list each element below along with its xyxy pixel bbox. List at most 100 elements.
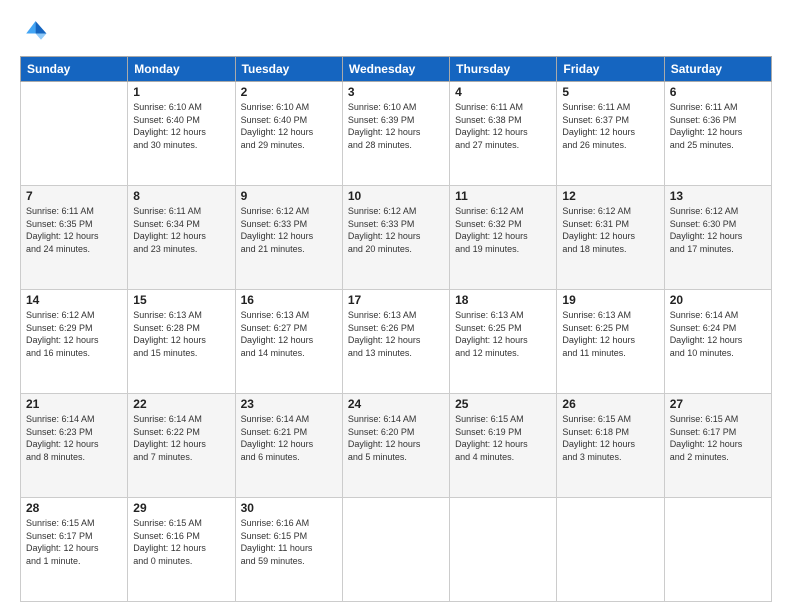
header-row: SundayMondayTuesdayWednesdayThursdayFrid… bbox=[21, 57, 772, 82]
day-info: Sunrise: 6:13 AM Sunset: 6:26 PM Dayligh… bbox=[348, 309, 444, 359]
calendar-cell: 13 Sunrise: 6:12 AM Sunset: 6:30 PM Dayli… bbox=[664, 186, 771, 290]
day-info: Sunrise: 6:14 AM Sunset: 6:21 PM Dayligh… bbox=[241, 413, 337, 463]
day-number: 21 bbox=[26, 397, 122, 411]
week-row-2: 7 Sunrise: 6:11 AM Sunset: 6:35 PM Daylig… bbox=[21, 186, 772, 290]
header bbox=[20, 18, 772, 46]
calendar-cell: 19 Sunrise: 6:13 AM Sunset: 6:25 PM Dayli… bbox=[557, 290, 664, 394]
calendar-cell: 29 Sunrise: 6:15 AM Sunset: 6:16 PM Dayli… bbox=[128, 498, 235, 602]
day-number: 29 bbox=[133, 501, 229, 515]
day-info: Sunrise: 6:12 AM Sunset: 6:33 PM Dayligh… bbox=[241, 205, 337, 255]
day-info: Sunrise: 6:15 AM Sunset: 6:19 PM Dayligh… bbox=[455, 413, 551, 463]
calendar-cell: 11 Sunrise: 6:12 AM Sunset: 6:32 PM Dayli… bbox=[450, 186, 557, 290]
calendar-cell: 30 Sunrise: 6:16 AM Sunset: 6:15 PM Dayli… bbox=[235, 498, 342, 602]
day-number: 12 bbox=[562, 189, 658, 203]
day-info: Sunrise: 6:10 AM Sunset: 6:40 PM Dayligh… bbox=[133, 101, 229, 151]
day-info: Sunrise: 6:14 AM Sunset: 6:22 PM Dayligh… bbox=[133, 413, 229, 463]
calendar-cell: 27 Sunrise: 6:15 AM Sunset: 6:17 PM Dayli… bbox=[664, 394, 771, 498]
day-number: 2 bbox=[241, 85, 337, 99]
day-number: 5 bbox=[562, 85, 658, 99]
calendar-cell bbox=[342, 498, 449, 602]
week-row-3: 14Sunrise: 6:12 AM Sunset: 6:29 PM Dayli… bbox=[21, 290, 772, 394]
calendar-cell: 12 Sunrise: 6:12 AM Sunset: 6:31 PM Dayli… bbox=[557, 186, 664, 290]
calendar-table: SundayMondayTuesdayWednesdayThursdayFrid… bbox=[20, 56, 772, 602]
day-info: Sunrise: 6:12 AM Sunset: 6:33 PM Dayligh… bbox=[348, 205, 444, 255]
day-info: Sunrise: 6:13 AM Sunset: 6:25 PM Dayligh… bbox=[455, 309, 551, 359]
day-info: Sunrise: 6:15 AM Sunset: 6:18 PM Dayligh… bbox=[562, 413, 658, 463]
calendar-cell: 25 Sunrise: 6:15 AM Sunset: 6:19 PM Dayli… bbox=[450, 394, 557, 498]
day-header-wednesday: Wednesday bbox=[342, 57, 449, 82]
logo-icon bbox=[20, 18, 48, 46]
day-number: 9 bbox=[241, 189, 337, 203]
calendar-cell bbox=[21, 82, 128, 186]
day-number: 11 bbox=[455, 189, 551, 203]
calendar-cell: 22 Sunrise: 6:14 AM Sunset: 6:22 PM Dayli… bbox=[128, 394, 235, 498]
day-info: Sunrise: 6:11 AM Sunset: 6:36 PM Dayligh… bbox=[670, 101, 766, 151]
calendar-cell: 14Sunrise: 6:12 AM Sunset: 6:29 PM Dayli… bbox=[21, 290, 128, 394]
calendar-cell bbox=[664, 498, 771, 602]
day-info: Sunrise: 6:11 AM Sunset: 6:35 PM Dayligh… bbox=[26, 205, 122, 255]
day-info: Sunrise: 6:10 AM Sunset: 6:39 PM Dayligh… bbox=[348, 101, 444, 151]
day-header-thursday: Thursday bbox=[450, 57, 557, 82]
day-number: 14 bbox=[26, 293, 122, 307]
day-number: 3 bbox=[348, 85, 444, 99]
day-number: 10 bbox=[348, 189, 444, 203]
day-header-monday: Monday bbox=[128, 57, 235, 82]
day-number: 22 bbox=[133, 397, 229, 411]
calendar-cell: 5 Sunrise: 6:11 AM Sunset: 6:37 PM Daylig… bbox=[557, 82, 664, 186]
day-info: Sunrise: 6:15 AM Sunset: 6:16 PM Dayligh… bbox=[133, 517, 229, 567]
calendar-cell: 6Sunrise: 6:11 AM Sunset: 6:36 PM Daylig… bbox=[664, 82, 771, 186]
week-row-4: 21Sunrise: 6:14 AM Sunset: 6:23 PM Dayli… bbox=[21, 394, 772, 498]
day-info: Sunrise: 6:11 AM Sunset: 6:37 PM Dayligh… bbox=[562, 101, 658, 151]
calendar-cell: 23 Sunrise: 6:14 AM Sunset: 6:21 PM Dayli… bbox=[235, 394, 342, 498]
day-info: Sunrise: 6:10 AM Sunset: 6:40 PM Dayligh… bbox=[241, 101, 337, 151]
day-number: 16 bbox=[241, 293, 337, 307]
day-number: 30 bbox=[241, 501, 337, 515]
day-header-saturday: Saturday bbox=[664, 57, 771, 82]
calendar-cell: 26 Sunrise: 6:15 AM Sunset: 6:18 PM Dayli… bbox=[557, 394, 664, 498]
day-number: 7 bbox=[26, 189, 122, 203]
calendar-cell: 1Sunrise: 6:10 AM Sunset: 6:40 PM Daylig… bbox=[128, 82, 235, 186]
calendar-cell: 21Sunrise: 6:14 AM Sunset: 6:23 PM Dayli… bbox=[21, 394, 128, 498]
day-info: Sunrise: 6:13 AM Sunset: 6:28 PM Dayligh… bbox=[133, 309, 229, 359]
day-number: 19 bbox=[562, 293, 658, 307]
day-header-friday: Friday bbox=[557, 57, 664, 82]
day-number: 13 bbox=[670, 189, 766, 203]
day-info: Sunrise: 6:15 AM Sunset: 6:17 PM Dayligh… bbox=[670, 413, 766, 463]
day-number: 26 bbox=[562, 397, 658, 411]
day-info: Sunrise: 6:15 AM Sunset: 6:17 PM Dayligh… bbox=[26, 517, 122, 567]
logo bbox=[20, 18, 52, 46]
day-info: Sunrise: 6:16 AM Sunset: 6:15 PM Dayligh… bbox=[241, 517, 337, 567]
calendar-cell: 18 Sunrise: 6:13 AM Sunset: 6:25 PM Dayli… bbox=[450, 290, 557, 394]
calendar-cell: 17 Sunrise: 6:13 AM Sunset: 6:26 PM Dayli… bbox=[342, 290, 449, 394]
day-info: Sunrise: 6:12 AM Sunset: 6:30 PM Dayligh… bbox=[670, 205, 766, 255]
calendar-cell: 15 Sunrise: 6:13 AM Sunset: 6:28 PM Dayli… bbox=[128, 290, 235, 394]
calendar-cell: 2 Sunrise: 6:10 AM Sunset: 6:40 PM Daylig… bbox=[235, 82, 342, 186]
calendar-cell: 20Sunrise: 6:14 AM Sunset: 6:24 PM Dayli… bbox=[664, 290, 771, 394]
calendar-cell bbox=[557, 498, 664, 602]
calendar-cell: 28 Sunrise: 6:15 AM Sunset: 6:17 PM Dayli… bbox=[21, 498, 128, 602]
day-number: 25 bbox=[455, 397, 551, 411]
calendar-cell: 3 Sunrise: 6:10 AM Sunset: 6:39 PM Daylig… bbox=[342, 82, 449, 186]
day-number: 24 bbox=[348, 397, 444, 411]
day-info: Sunrise: 6:11 AM Sunset: 6:34 PM Dayligh… bbox=[133, 205, 229, 255]
calendar-cell: 8 Sunrise: 6:11 AM Sunset: 6:34 PM Daylig… bbox=[128, 186, 235, 290]
day-number: 18 bbox=[455, 293, 551, 307]
calendar-cell: 24Sunrise: 6:14 AM Sunset: 6:20 PM Dayli… bbox=[342, 394, 449, 498]
day-info: Sunrise: 6:14 AM Sunset: 6:24 PM Dayligh… bbox=[670, 309, 766, 359]
day-header-sunday: Sunday bbox=[21, 57, 128, 82]
day-number: 27 bbox=[670, 397, 766, 411]
calendar-cell bbox=[450, 498, 557, 602]
day-info: Sunrise: 6:13 AM Sunset: 6:25 PM Dayligh… bbox=[562, 309, 658, 359]
day-number: 17 bbox=[348, 293, 444, 307]
day-number: 8 bbox=[133, 189, 229, 203]
day-number: 23 bbox=[241, 397, 337, 411]
day-number: 15 bbox=[133, 293, 229, 307]
day-number: 28 bbox=[26, 501, 122, 515]
day-info: Sunrise: 6:12 AM Sunset: 6:31 PM Dayligh… bbox=[562, 205, 658, 255]
calendar-cell: 10 Sunrise: 6:12 AM Sunset: 6:33 PM Dayli… bbox=[342, 186, 449, 290]
week-row-1: 1Sunrise: 6:10 AM Sunset: 6:40 PM Daylig… bbox=[21, 82, 772, 186]
day-info: Sunrise: 6:12 AM Sunset: 6:32 PM Dayligh… bbox=[455, 205, 551, 255]
calendar-cell: 9 Sunrise: 6:12 AM Sunset: 6:33 PM Daylig… bbox=[235, 186, 342, 290]
page: SundayMondayTuesdayWednesdayThursdayFrid… bbox=[0, 0, 792, 612]
calendar-cell: 7 Sunrise: 6:11 AM Sunset: 6:35 PM Daylig… bbox=[21, 186, 128, 290]
